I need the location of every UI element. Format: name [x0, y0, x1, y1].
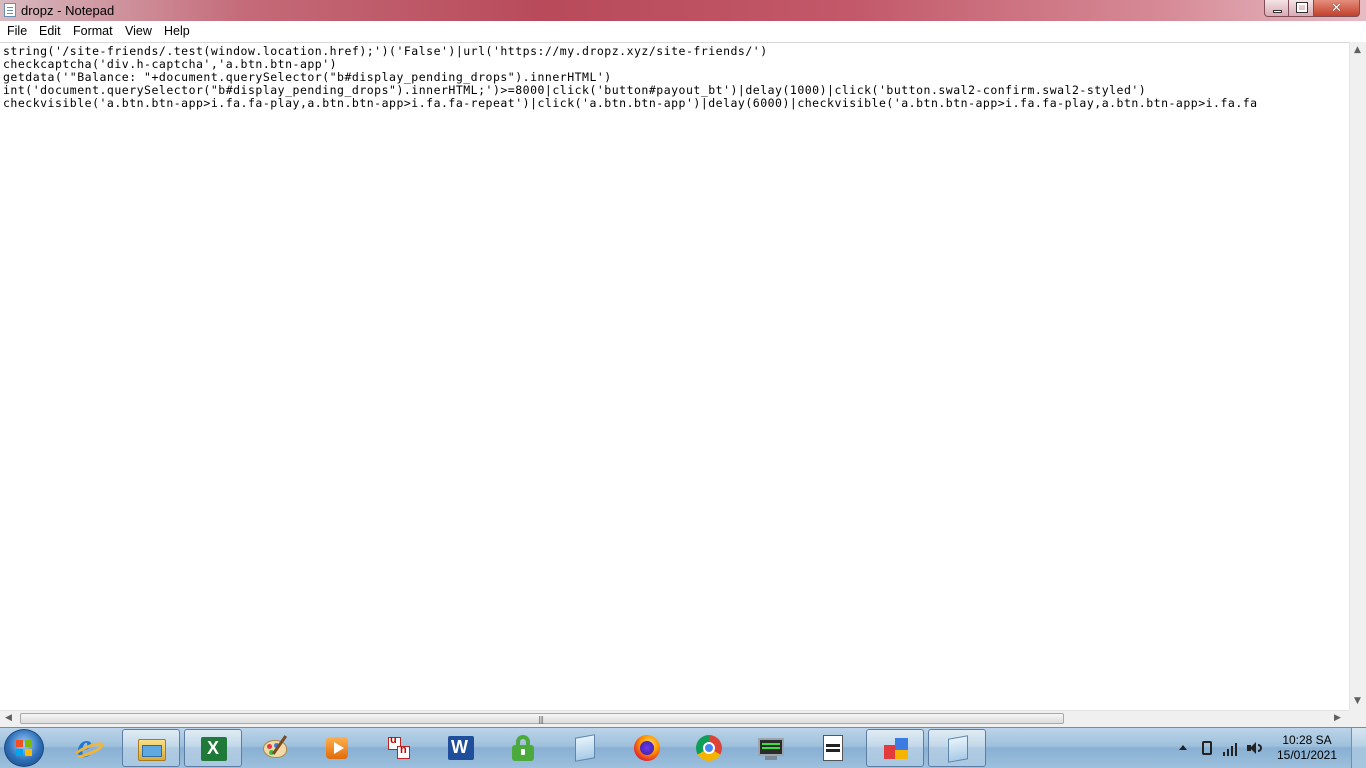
taskbar-chrome[interactable]: [680, 729, 738, 767]
chrome-icon: [694, 734, 724, 762]
taskbar-notepad-active[interactable]: [928, 729, 986, 767]
menu-edit[interactable]: Edit: [39, 24, 61, 38]
taskbar: e X u n W 10:28 SA 15/01/2021: [0, 727, 1366, 768]
show-hidden-icons-icon[interactable]: [1179, 745, 1187, 750]
title-bar[interactable]: dropz - Notepad ✕: [0, 0, 1366, 21]
notepad-icon: [570, 734, 600, 762]
taskbar-unikey[interactable]: u n: [370, 729, 428, 767]
maximize-button[interactable]: [1289, 0, 1314, 17]
scroll-up-icon[interactable]: ▲: [1354, 46, 1361, 55]
minimize-icon: [1273, 10, 1282, 13]
document-viewer-icon: [818, 734, 848, 762]
window-controls: ✕: [1264, 0, 1360, 18]
menu-format[interactable]: Format: [73, 24, 113, 38]
taskbar-internet-explorer[interactable]: e: [60, 728, 118, 767]
taskbar-windows-app[interactable]: [866, 729, 924, 767]
taskbar-network-tool[interactable]: [742, 729, 800, 767]
network-signal-icon[interactable]: [1223, 740, 1239, 756]
vpn-lock-icon: [508, 734, 538, 762]
unikey-icon: u n: [384, 734, 414, 762]
word-icon: W: [446, 734, 476, 762]
excel-icon: X: [199, 735, 229, 763]
taskbar-word[interactable]: W: [432, 729, 490, 767]
window-title: dropz - Notepad: [21, 3, 115, 18]
clock-time: 10:28 SA: [1282, 733, 1332, 747]
menu-bar: File Edit Format View Help: [0, 21, 1366, 43]
unikey-glyph-u: u: [390, 734, 397, 746]
network-tool-icon: [756, 734, 786, 762]
taskbar-excel[interactable]: X: [184, 729, 242, 767]
unikey-glyph-n: n: [400, 744, 407, 756]
internet-explorer-icon: e: [72, 728, 106, 765]
taskbar-media-player[interactable]: [308, 729, 366, 767]
taskbar-document-viewer[interactable]: [804, 729, 862, 767]
vertical-scrollbar[interactable]: ▲ ▼: [1349, 42, 1366, 710]
restore-icon: [1296, 2, 1308, 13]
word-glyph: W: [451, 737, 468, 757]
scroll-right-icon[interactable]: ▶: [1334, 714, 1341, 723]
minimize-button[interactable]: [1264, 0, 1289, 17]
menu-view[interactable]: View: [125, 24, 152, 38]
file-explorer-icon: [137, 735, 167, 763]
close-button[interactable]: ✕: [1314, 0, 1360, 17]
taskbar-paint[interactable]: [246, 729, 304, 767]
horizontal-scrollbar[interactable]: ◀ ||| ▶: [0, 710, 1349, 727]
taskbar-vpn[interactable]: [494, 729, 552, 767]
horizontal-scroll-thumb[interactable]: |||: [20, 713, 1064, 724]
windows-logo-icon: [16, 740, 33, 756]
scroll-left-icon[interactable]: ◀: [5, 714, 12, 723]
paint-icon: [260, 734, 290, 762]
start-button[interactable]: [4, 729, 44, 767]
taskbar-firefox[interactable]: [618, 729, 676, 767]
scroll-down-icon[interactable]: ▼: [1354, 697, 1361, 706]
taskbar-file-explorer[interactable]: [122, 729, 180, 767]
notepad-icon: [4, 3, 16, 17]
editor-line-5: checkvisible('a.btn.btn-app>i.fa.fa-play…: [3, 96, 1258, 110]
show-desktop-button[interactable]: [1351, 728, 1366, 768]
clock-date: 15/01/2021: [1276, 748, 1338, 762]
text-editor[interactable]: string('/site-friends/.test(window.locat…: [0, 42, 1349, 711]
media-player-icon: [322, 734, 352, 762]
windows-app-icon: [881, 735, 911, 763]
grip-icon: |||: [538, 715, 544, 724]
notepad-icon: [943, 735, 973, 763]
menu-help[interactable]: Help: [164, 24, 190, 38]
scrollbar-corner: [1349, 710, 1366, 727]
taskbar-notepad[interactable]: [556, 729, 614, 767]
clock[interactable]: 10:28 SA 15/01/2021: [1267, 733, 1347, 763]
close-icon: ✕: [1331, 1, 1342, 16]
excel-glyph: X: [207, 738, 220, 758]
power-plug-icon[interactable]: [1202, 741, 1212, 755]
volume-icon[interactable]: [1247, 742, 1263, 754]
firefox-icon: [632, 734, 662, 762]
menu-file[interactable]: File: [7, 24, 27, 38]
system-tray: 10:28 SA 15/01/2021: [1175, 728, 1366, 768]
